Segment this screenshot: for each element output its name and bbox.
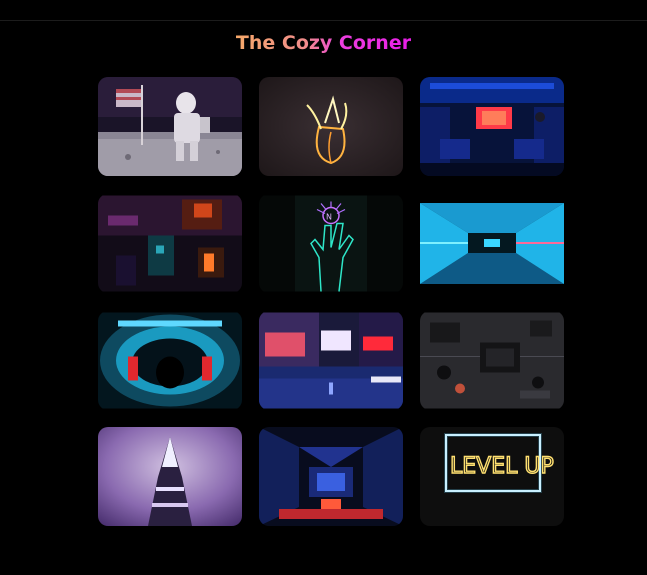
hangar-image — [259, 427, 403, 526]
circuit-board-image — [420, 312, 564, 409]
gallery-image-sci-fi-corridor[interactable] — [98, 311, 242, 410]
bus-interior-image — [420, 77, 564, 176]
tunnel-image — [420, 203, 564, 284]
svg-text:N: N — [326, 213, 332, 222]
astronaut-image — [98, 77, 242, 176]
banana-image — [259, 77, 403, 176]
gallery-image-sci-fi-hangar[interactable] — [259, 427, 403, 526]
gallery-image-city-street-night[interactable] — [259, 311, 403, 410]
svg-text:LEVEL UP: LEVEL UP — [450, 454, 554, 479]
foggy-tower-image — [98, 427, 242, 526]
gallery-image-aerial-neon-city[interactable] — [98, 194, 242, 293]
top-divider — [0, 20, 647, 21]
gallery-image-level-up-neon-sign[interactable]: LEVEL UP — [420, 427, 564, 526]
title-container: The Cozy Corner — [0, 32, 647, 54]
gallery-image-neon-tunnel[interactable] — [420, 194, 564, 293]
gallery-image-neon-bus-interior[interactable] — [420, 77, 564, 176]
city-street-image — [259, 312, 403, 409]
gallery-image-neon-hand-sign[interactable]: N — [259, 194, 403, 293]
gallery-image-foggy-tower[interactable] — [98, 427, 242, 526]
level-up-sign-image: LEVEL UP — [420, 427, 564, 526]
page: The Cozy Corner N LEVEL UP — [0, 0, 647, 575]
neon-hand-image: N — [259, 195, 403, 292]
aerial-city-image — [98, 195, 242, 292]
gallery-image-neon-banana[interactable] — [259, 77, 403, 176]
gallery-image-circuit-board[interactable] — [420, 311, 564, 410]
page-title: The Cozy Corner — [235, 32, 412, 54]
gallery-image-astronaut-on-moon[interactable] — [98, 77, 242, 176]
corridor-image — [98, 312, 242, 409]
